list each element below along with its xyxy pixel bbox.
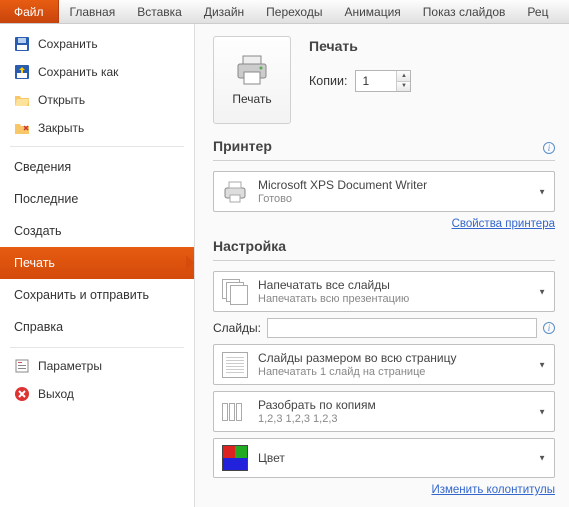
sidebar-save-as-label: Сохранить как bbox=[38, 65, 118, 79]
save-icon bbox=[14, 36, 30, 52]
copies-label: Копии: bbox=[309, 74, 347, 88]
sidebar-close[interactable]: Закрыть bbox=[0, 114, 194, 142]
color-title: Цвет bbox=[258, 451, 285, 465]
print-button[interactable]: Печать bbox=[213, 36, 291, 124]
sidebar-open[interactable]: Открыть bbox=[0, 86, 194, 114]
color-dropdown[interactable]: Цвет ▼ bbox=[213, 438, 555, 478]
sidebar-exit[interactable]: Выход bbox=[0, 380, 194, 408]
tab-file[interactable]: Файл bbox=[0, 0, 59, 23]
print-range-title: Напечатать все слайды bbox=[258, 278, 409, 292]
sidebar-options-label: Параметры bbox=[38, 359, 102, 373]
chevron-down-icon: ▼ bbox=[538, 360, 546, 369]
chevron-down-icon: ▼ bbox=[538, 287, 546, 296]
print-panel: Печать Печать Копии: 1 ▲ ▼ Пр bbox=[195, 24, 569, 507]
collate-title: Разобрать по копиям bbox=[258, 398, 376, 412]
sidebar-options[interactable]: Параметры bbox=[0, 352, 194, 380]
tab-animation[interactable]: Анимация bbox=[333, 0, 411, 23]
sidebar-share[interactable]: Сохранить и отправить bbox=[0, 279, 194, 311]
sidebar-close-label: Закрыть bbox=[38, 121, 84, 135]
print-range-sub: Напечатать всю презентацию bbox=[258, 293, 409, 305]
sidebar-new[interactable]: Создать bbox=[0, 215, 194, 247]
printer-status: Готово bbox=[258, 193, 427, 205]
slides-input[interactable] bbox=[267, 318, 537, 338]
info-icon[interactable]: i bbox=[543, 322, 555, 334]
exit-icon bbox=[14, 386, 30, 402]
info-icon[interactable]: i bbox=[543, 142, 555, 154]
printer-dropdown[interactable]: Microsoft XPS Document Writer Готово ▼ bbox=[213, 171, 555, 212]
collate-icon bbox=[222, 403, 248, 421]
sidebar-save-label: Сохранить bbox=[38, 37, 98, 51]
print-button-label: Печать bbox=[232, 92, 271, 106]
sidebar-open-label: Открыть bbox=[38, 93, 85, 107]
color-icon bbox=[222, 445, 248, 471]
collate-sub: 1,2,3 1,2,3 1,2,3 bbox=[258, 413, 376, 425]
folder-open-icon bbox=[14, 92, 30, 108]
chevron-down-icon: ▼ bbox=[538, 187, 546, 196]
printer-device-icon bbox=[222, 181, 248, 203]
edit-header-footer-link[interactable]: Изменить колонтитулы bbox=[213, 484, 555, 496]
sidebar-save[interactable]: Сохранить bbox=[0, 30, 194, 58]
sidebar-info[interactable]: Сведения bbox=[0, 151, 194, 183]
print-title: Печать bbox=[309, 38, 411, 54]
tab-home[interactable]: Главная bbox=[59, 0, 127, 23]
copies-value: 1 bbox=[362, 74, 369, 88]
tab-review[interactable]: Рец bbox=[516, 0, 559, 23]
chevron-down-icon: ▼ bbox=[538, 407, 546, 416]
printer-name: Microsoft XPS Document Writer bbox=[258, 178, 427, 192]
tab-insert[interactable]: Вставка bbox=[126, 0, 193, 23]
spinner-down[interactable]: ▼ bbox=[396, 82, 410, 92]
slides-label: Слайды: bbox=[213, 321, 261, 335]
layout-dropdown[interactable]: Слайды размером во всю страницу Напечата… bbox=[213, 344, 555, 385]
folder-close-icon bbox=[14, 120, 30, 136]
sidebar-save-as[interactable]: Сохранить как bbox=[0, 58, 194, 86]
layout-sub: Напечатать 1 слайд на странице bbox=[258, 366, 456, 378]
chevron-down-icon: ▼ bbox=[538, 454, 546, 463]
tab-slideshow[interactable]: Показ слайдов bbox=[412, 0, 517, 23]
printer-icon bbox=[234, 54, 270, 86]
backstage-sidebar: Сохранить Сохранить как Открыть Закрыть … bbox=[0, 24, 195, 507]
copies-spinner[interactable]: 1 ▲ ▼ bbox=[355, 70, 411, 92]
ribbon-tabs: Файл Главная Вставка Дизайн Переходы Ани… bbox=[0, 0, 569, 24]
sidebar-help[interactable]: Справка bbox=[0, 311, 194, 343]
sidebar-exit-label: Выход bbox=[38, 387, 74, 401]
full-page-icon bbox=[222, 352, 248, 378]
spinner-up[interactable]: ▲ bbox=[396, 71, 410, 82]
all-slides-icon bbox=[222, 279, 248, 305]
settings-section-title: Настройка bbox=[213, 238, 555, 254]
sidebar-print[interactable]: Печать bbox=[0, 247, 194, 279]
tab-design[interactable]: Дизайн bbox=[193, 0, 255, 23]
printer-section-title: Принтер bbox=[213, 138, 272, 154]
collate-dropdown[interactable]: Разобрать по копиям 1,2,3 1,2,3 1,2,3 ▼ bbox=[213, 391, 555, 432]
tab-transitions[interactable]: Переходы bbox=[255, 0, 333, 23]
save-as-icon bbox=[14, 64, 30, 80]
sidebar-recent[interactable]: Последние bbox=[0, 183, 194, 215]
layout-title: Слайды размером во всю страницу bbox=[258, 351, 456, 365]
options-icon bbox=[14, 358, 30, 374]
printer-properties-link[interactable]: Свойства принтера bbox=[213, 218, 555, 230]
print-range-dropdown[interactable]: Напечатать все слайды Напечатать всю пре… bbox=[213, 271, 555, 312]
